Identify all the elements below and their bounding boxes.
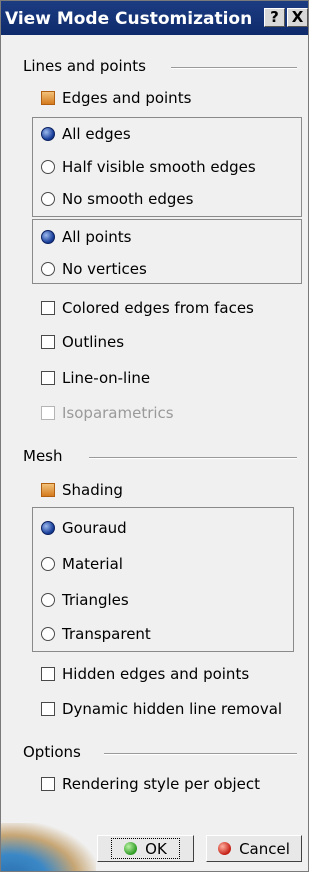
hidden-edges-label: Hidden edges and points bbox=[62, 665, 250, 683]
mesh-heading: Mesh bbox=[23, 447, 63, 465]
gouraud-label: Gouraud bbox=[62, 519, 127, 537]
ok-button[interactable]: OK bbox=[97, 835, 194, 862]
lines-points-divider bbox=[171, 67, 297, 69]
line-on-line-checkbox[interactable]: Line-on-line bbox=[41, 367, 150, 389]
cancel-button[interactable]: Cancel bbox=[206, 835, 302, 862]
rendering-style-checkbox[interactable]: Rendering style per object bbox=[41, 773, 260, 795]
ok-focus-frame: OK bbox=[111, 838, 180, 859]
mesh-divider bbox=[89, 457, 297, 459]
radio-all-edges[interactable]: All edges bbox=[41, 123, 131, 145]
radio-material[interactable]: Material bbox=[41, 553, 123, 575]
radio-selected-icon bbox=[41, 230, 55, 244]
no-smooth-edges-label: No smooth edges bbox=[62, 190, 194, 208]
radio-icon bbox=[41, 557, 55, 571]
checkbox-icon bbox=[41, 335, 55, 349]
view-mode-dialog: View Mode Customization ? X Lines and po… bbox=[0, 0, 309, 872]
shading-checkbox[interactable]: Shading bbox=[41, 479, 123, 501]
half-visible-label: Half visible smooth edges bbox=[62, 158, 256, 176]
title-bar[interactable]: View Mode Customization ? X bbox=[1, 1, 308, 35]
hidden-edges-checkbox[interactable]: Hidden edges and points bbox=[41, 663, 249, 685]
checkbox-icon bbox=[41, 777, 55, 791]
triangles-label: Triangles bbox=[62, 591, 129, 609]
radio-selected-icon bbox=[41, 521, 55, 535]
checkbox-icon bbox=[41, 406, 55, 420]
rendering-style-label: Rendering style per object bbox=[62, 775, 261, 793]
checkbox-icon bbox=[41, 371, 55, 385]
lines-points-heading: Lines and points bbox=[23, 57, 146, 75]
cancel-label: Cancel bbox=[239, 839, 290, 858]
radio-transparent[interactable]: Transparent bbox=[41, 623, 151, 645]
close-button[interactable]: X bbox=[287, 8, 308, 27]
options-heading: Options bbox=[23, 743, 81, 761]
radio-icon bbox=[41, 593, 55, 607]
outlines-label: Outlines bbox=[62, 333, 125, 351]
radio-selected-icon bbox=[41, 127, 55, 141]
colored-edges-checkbox[interactable]: Colored edges from faces bbox=[41, 297, 254, 319]
outlines-checkbox[interactable]: Outlines bbox=[41, 331, 124, 353]
material-label: Material bbox=[62, 555, 123, 573]
colored-edges-label: Colored edges from faces bbox=[62, 299, 254, 317]
window-title: View Mode Customization bbox=[5, 9, 253, 29]
ok-label: OK bbox=[145, 839, 167, 858]
all-points-label: All points bbox=[62, 228, 132, 246]
checkbox-icon bbox=[41, 667, 55, 681]
radio-icon bbox=[41, 192, 55, 206]
dynamic-hlr-checkbox[interactable]: Dynamic hidden line removal bbox=[41, 698, 282, 720]
isoparametrics-checkbox[interactable]: Isoparametrics bbox=[41, 402, 174, 424]
radio-icon bbox=[41, 627, 55, 641]
no-vertices-label: No vertices bbox=[62, 260, 147, 278]
radio-half-visible-smooth-edges[interactable]: Half visible smooth edges bbox=[41, 156, 256, 178]
dynamic-hlr-label: Dynamic hidden line removal bbox=[62, 700, 283, 718]
edges-and-points-checkbox[interactable]: Edges and points bbox=[41, 87, 191, 109]
ok-icon bbox=[124, 842, 138, 855]
checkbox-icon bbox=[41, 483, 55, 497]
help-button[interactable]: ? bbox=[264, 8, 285, 27]
edges-and-points-label: Edges and points bbox=[62, 89, 192, 107]
line-on-line-label: Line-on-line bbox=[62, 369, 151, 387]
checkbox-icon bbox=[41, 702, 55, 716]
checkbox-icon bbox=[41, 301, 55, 315]
radio-no-smooth-edges[interactable]: No smooth edges bbox=[41, 188, 193, 210]
transparent-label: Transparent bbox=[62, 625, 151, 643]
cancel-icon bbox=[218, 842, 232, 855]
app-logo bbox=[1, 823, 96, 871]
radio-icon bbox=[41, 160, 55, 174]
radio-no-vertices[interactable]: No vertices bbox=[41, 258, 147, 280]
radio-triangles[interactable]: Triangles bbox=[41, 589, 129, 611]
radio-icon bbox=[41, 262, 55, 276]
shading-label: Shading bbox=[62, 481, 123, 499]
radio-all-points[interactable]: All points bbox=[41, 226, 131, 248]
radio-gouraud[interactable]: Gouraud bbox=[41, 517, 127, 539]
all-edges-label: All edges bbox=[62, 125, 131, 143]
options-divider bbox=[104, 753, 297, 755]
checkbox-icon bbox=[41, 91, 55, 105]
isoparametrics-label: Isoparametrics bbox=[62, 404, 174, 422]
